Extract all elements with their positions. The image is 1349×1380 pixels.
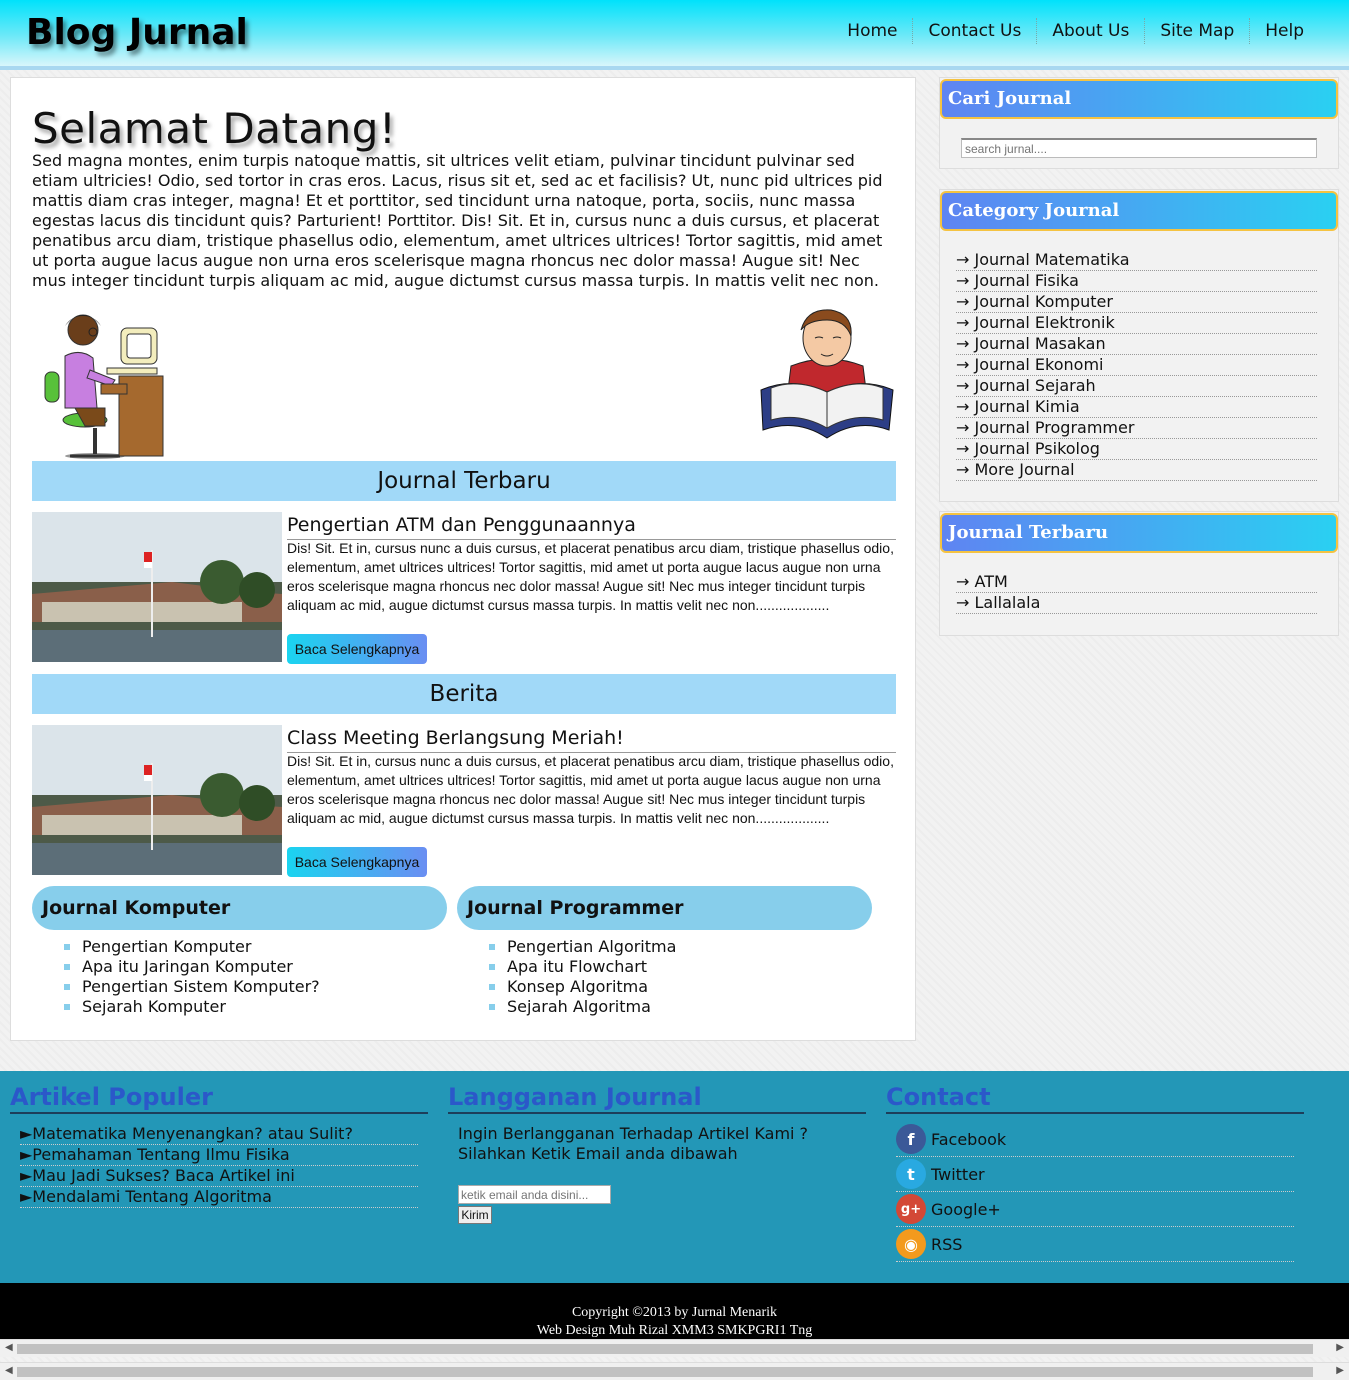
popular-article-item[interactable]: ►Mendalami Tentang Algoritma — [20, 1187, 418, 1208]
rss-icon: ◉ — [896, 1229, 926, 1259]
main-content: Selamat Datang! Sed magna montes, enim t… — [10, 77, 916, 1041]
list-item[interactable]: Sejarah Komputer — [64, 997, 447, 1017]
category-item[interactable]: → Journal Kimia — [956, 397, 1317, 418]
subscribe-text-2: Silahkan Ketik Email anda dibawah — [458, 1144, 738, 1163]
scroll-left-icon[interactable]: ◀ — [5, 1365, 13, 1376]
latest-journal-item[interactable]: → ATM — [956, 572, 1317, 593]
popular-article-item[interactable]: ►Mau Jadi Sukses? Baca Artikel ini — [20, 1166, 418, 1187]
facebook-icon: f — [896, 1124, 926, 1154]
list-item[interactable]: Konsep Algoritma — [489, 977, 872, 997]
popular-articles-list: ►Matematika Menyenangkan? atau Sulit? ►P… — [10, 1124, 428, 1208]
main-nav: Home Contact Us About Us Site Map Help — [832, 18, 1319, 44]
list-item[interactable]: Apa itu Flowchart — [489, 957, 872, 977]
category-item[interactable]: → Journal Masakan — [956, 334, 1317, 355]
school-building-photo — [32, 725, 282, 875]
contact-twitter[interactable]: t Twitter — [896, 1157, 1294, 1192]
site-logo[interactable]: Blog Jurnal — [26, 12, 248, 53]
nav-about-us[interactable]: About Us — [1037, 18, 1146, 44]
scroll-right-icon[interactable]: ▶ — [1336, 1365, 1344, 1376]
category-item[interactable]: → Journal Matematika — [956, 250, 1317, 271]
search-input[interactable] — [961, 138, 1317, 158]
category-item[interactable]: → Journal Elektronik — [956, 313, 1317, 334]
list-item[interactable]: Sejarah Algoritma — [489, 997, 872, 1017]
category-widget: Category Journal → Journal Matematika → … — [939, 189, 1339, 502]
twitter-icon: t — [896, 1159, 926, 1189]
horizontal-scrollbar[interactable]: ◀ ▶ — [0, 1339, 1349, 1357]
contact-google-plus[interactable]: g+ Google+ — [896, 1192, 1294, 1227]
subscribe-submit-button[interactable]: Kirim — [458, 1206, 492, 1224]
category-item[interactable]: → Journal Fisika — [956, 271, 1317, 292]
intro-text: Sed magna montes, enim turpis natoque ma… — [32, 151, 883, 290]
footer-popular-articles: Artikel Populer ►Matematika Menyenangkan… — [10, 1083, 428, 1208]
contact-label: Twitter — [931, 1164, 985, 1184]
site-footer: Artikel Populer ►Matematika Menyenangkan… — [0, 1071, 1349, 1283]
journal-programmer-title: Journal Programmer — [457, 886, 872, 930]
copyright-text: Copyright ©2013 by Jurnal Menarik — [571, 1305, 778, 1320]
category-item[interactable]: → Journal Programmer — [956, 418, 1317, 439]
nav-home[interactable]: Home — [832, 18, 914, 44]
latest-journal-list: → ATM → Lallalala — [940, 572, 1338, 614]
category-item[interactable]: → Journal Komputer — [956, 292, 1317, 313]
contact-label: Google+ — [931, 1199, 1001, 1219]
contact-label: Facebook — [931, 1129, 1007, 1149]
search-widget: Cari Journal — [939, 77, 1339, 169]
category-widget-title: Category Journal — [940, 191, 1338, 231]
welcome-title: Selamat Datang! — [32, 104, 397, 153]
nav-contact-us[interactable]: Contact Us — [913, 18, 1038, 44]
scroll-thumb[interactable] — [17, 1367, 1313, 1377]
post-excerpt-class-meeting: Dis! Sit. Et in, cursus nunc a duis curs… — [287, 753, 894, 826]
footer-popular-title: Artikel Populer — [10, 1083, 428, 1114]
category-item[interactable]: → Journal Sejarah — [956, 376, 1317, 397]
post-title-atm[interactable]: Pengertian ATM dan Penggunaannya — [287, 513, 896, 540]
category-list: → Journal Matematika → Journal Fisika → … — [940, 250, 1338, 481]
category-item[interactable]: → Journal Psikolog — [956, 439, 1317, 460]
woman-computer-illustration — [44, 314, 164, 459]
site-header: Blog Jurnal Home Contact Us About Us Sit… — [0, 0, 1349, 70]
scroll-thumb[interactable] — [17, 1344, 1313, 1354]
contact-list: f Facebook t Twitter g+ Google+ ◉ RSS — [896, 1122, 1294, 1262]
category-item[interactable]: → Journal Ekonomi — [956, 355, 1317, 376]
journal-komputer-box: Journal Komputer Pengertian Komputer Apa… — [32, 886, 447, 1017]
footer-subscribe-title: Langganan Journal — [448, 1083, 866, 1114]
read-more-button-atm[interactable]: Baca Selengkapnya — [287, 634, 427, 664]
school-building-photo — [32, 512, 282, 662]
contact-label: RSS — [931, 1234, 963, 1254]
google-plus-icon: g+ — [896, 1194, 926, 1224]
popular-article-item[interactable]: ►Matematika Menyenangkan? atau Sulit? — [20, 1124, 418, 1145]
list-item[interactable]: Pengertian Algoritma — [489, 937, 872, 957]
search-widget-title: Cari Journal — [940, 79, 1338, 119]
list-item[interactable]: Apa itu Jaringan Komputer — [64, 957, 447, 977]
journal-komputer-list: Pengertian Komputer Apa itu Jaringan Kom… — [32, 937, 447, 1017]
read-more-button-class-meeting[interactable]: Baca Selengkapnya — [287, 847, 427, 877]
credits-text: Web Design Muh Rizal XMM3 SMKPGRI1 Tng — [536, 1323, 813, 1338]
footer-contact-title: Contact — [886, 1083, 1304, 1114]
post-title-class-meeting[interactable]: Class Meeting Berlangsung Meriah! — [287, 726, 896, 753]
journal-komputer-title: Journal Komputer — [32, 886, 447, 930]
journal-programmer-list: Pengertian Algoritma Apa itu Flowchart K… — [457, 937, 872, 1017]
post-excerpt-atm: Dis! Sit. Et in, cursus nunc a duis curs… — [287, 540, 894, 613]
footer-subscribe: Langganan Journal Ingin Berlangganan Ter… — [448, 1083, 866, 1263]
contact-facebook[interactable]: f Facebook — [896, 1122, 1294, 1157]
latest-journal-widget: Journal Terbaru → ATM → Lallalala — [939, 511, 1339, 636]
scroll-right-icon[interactable]: ▶ — [1336, 1342, 1344, 1353]
category-item[interactable]: → More Journal — [956, 460, 1317, 481]
section-berita: Berita — [32, 674, 896, 714]
footer-contact: Contact f Facebook t Twitter g+ Google+ … — [886, 1083, 1304, 1262]
latest-journal-widget-title: Journal Terbaru — [940, 513, 1338, 553]
man-reading-illustration — [760, 309, 894, 439]
copyright-bar: Copyright ©2013 by Jurnal Menarik Web De… — [0, 1283, 1349, 1339]
scroll-left-icon[interactable]: ◀ — [5, 1342, 13, 1353]
nav-help[interactable]: Help — [1250, 18, 1319, 44]
popular-article-item[interactable]: ►Pemahaman Tentang Ilmu Fisika — [20, 1145, 418, 1166]
list-item[interactable]: Pengertian Komputer — [64, 937, 447, 957]
contact-rss[interactable]: ◉ RSS — [896, 1227, 1294, 1262]
list-item[interactable]: Pengertian Sistem Komputer? — [64, 977, 447, 997]
nav-site-map[interactable]: Site Map — [1145, 18, 1251, 44]
latest-journal-item[interactable]: → Lallalala — [956, 593, 1317, 614]
horizontal-scrollbar[interactable]: ◀ ▶ — [0, 1362, 1349, 1380]
journal-programmer-box: Journal Programmer Pengertian Algoritma … — [457, 886, 872, 1017]
section-journal-terbaru: Journal Terbaru — [32, 461, 896, 501]
email-input[interactable] — [458, 1185, 611, 1204]
subscribe-text-1: Ingin Berlangganan Terhadap Artikel Kami… — [458, 1124, 809, 1143]
